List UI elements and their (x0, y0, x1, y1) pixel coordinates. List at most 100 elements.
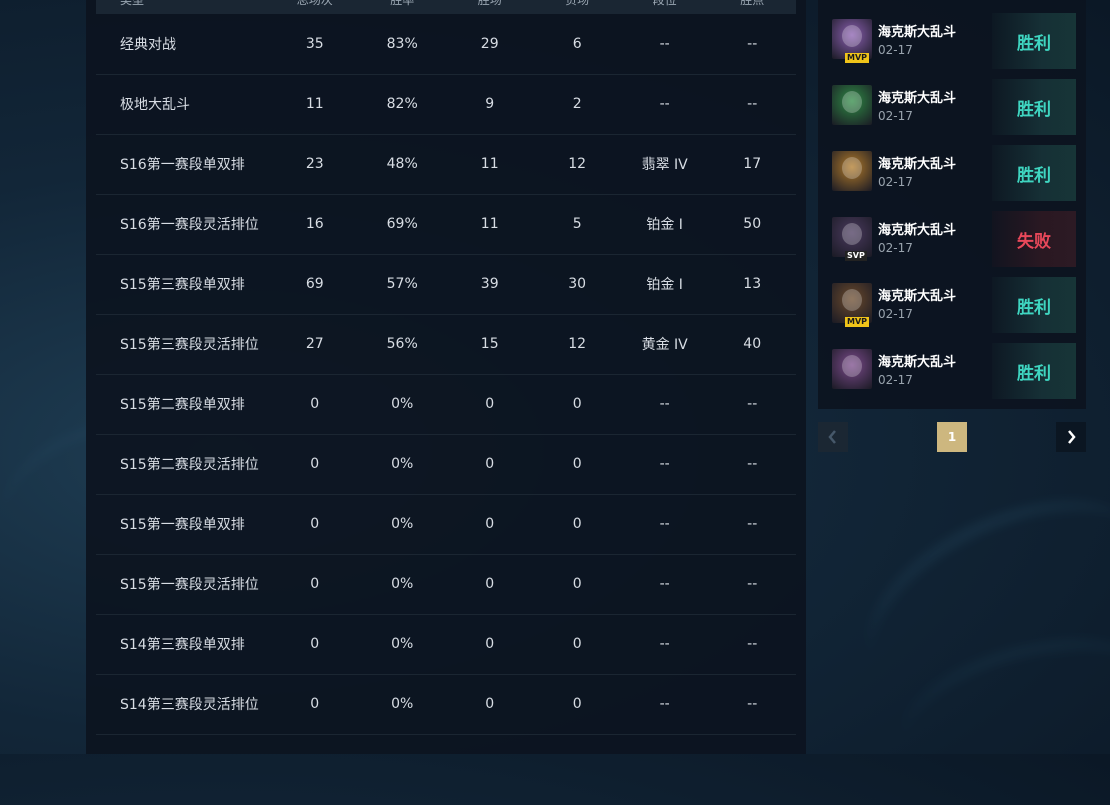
cell-rank: -- (659, 576, 670, 592)
match-result-badge: 胜利 (992, 79, 1076, 135)
match-item[interactable]: 海克斯大乱斗 02-17 胜利 (832, 343, 1076, 399)
table-row: S16第一赛段单双排 23 48% 11 12 翡翠 IV 17 (96, 134, 796, 194)
cell-win-rate: 56% (386, 336, 418, 352)
cell-win-rate: 83% (386, 35, 418, 52)
cell-win-rate: 48% (386, 156, 418, 172)
table-header-row: 类型 总场次 胜率 胜场 负场 段位 胜点 (96, 0, 796, 14)
cell-total-games: 0 (310, 636, 320, 652)
match-mode-name: 海克斯大乱斗 (878, 91, 957, 106)
cell-lp: 50 (743, 216, 762, 232)
cell-type: 经典对战 (120, 36, 176, 53)
cell-type: S15第一赛段灵活排位 (120, 577, 259, 593)
table-row: S15第二赛段单双排 0 0% 0 0 -- -- (96, 374, 796, 434)
cell-lp: -- (747, 696, 758, 712)
match-mode-name: 海克斯大乱斗 (878, 25, 957, 40)
cell-lp: -- (747, 35, 758, 52)
champion-portrait-green-creature (832, 85, 872, 125)
mvp-badge: SVP (845, 251, 867, 261)
cell-total-games: 0 (310, 396, 320, 412)
cell-rank: 黄金 IV (641, 337, 688, 353)
match-item[interactable]: 海克斯大乱斗 02-17 胜利 (832, 79, 1076, 135)
match-date: 02-17 (878, 307, 913, 321)
page-number-button[interactable]: 1 (937, 422, 967, 452)
cell-rank: -- (659, 396, 670, 412)
header-wins: 胜场 (477, 0, 502, 7)
header-lp: 胜点 (740, 0, 765, 7)
match-date: 02-17 (878, 175, 913, 189)
cell-losses: 2 (572, 96, 582, 112)
match-result-badge: 胜利 (992, 13, 1076, 69)
match-result-badge: 胜利 (992, 343, 1076, 399)
pagination: 1 (818, 422, 1086, 452)
match-mode-name: 海克斯大乱斗 (878, 289, 957, 304)
match-result-badge: 胜利 (992, 145, 1076, 201)
cell-rank: -- (659, 35, 670, 52)
cell-total-games: 0 (310, 456, 320, 472)
cell-win-rate: 69% (386, 216, 418, 232)
page-next-button[interactable] (1056, 422, 1086, 452)
cell-total-games: 0 (310, 696, 320, 712)
cell-win-rate: 0% (391, 396, 414, 412)
match-result-badge: 失败 (992, 211, 1076, 267)
match-date: 02-17 (878, 43, 913, 57)
cell-type: S14第三赛段单双排 (120, 637, 245, 653)
cell-total-games: 35 (305, 35, 324, 52)
cell-wins: 0 (485, 636, 495, 652)
cell-losses: 30 (568, 276, 587, 292)
cell-wins: 39 (480, 276, 499, 292)
match-item[interactable]: 海克斯大乱斗 02-17 胜利 (832, 145, 1076, 201)
match-item[interactable]: MVP 海克斯大乱斗 02-17 胜利 (832, 277, 1076, 333)
cell-type: S16第一赛段灵活排位 (120, 217, 259, 233)
cell-rank: -- (659, 456, 670, 472)
mvp-badge: MVP (845, 53, 870, 63)
cell-wins: 0 (485, 516, 495, 532)
cell-lp: -- (747, 456, 758, 472)
cell-wins: 11 (480, 156, 499, 172)
header-rank: 段位 (652, 0, 677, 7)
cell-total-games: 0 (310, 576, 320, 592)
cell-total-games: 69 (305, 276, 324, 292)
cell-rank: -- (659, 516, 670, 532)
match-mode-name: 海克斯大乱斗 (878, 355, 957, 370)
cell-lp: -- (747, 396, 758, 412)
cell-total-games: 23 (305, 156, 324, 172)
table-row: S15第三赛段灵活排位 27 56% 15 12 黄金 IV 40 (96, 314, 796, 374)
cell-wins: 0 (485, 576, 495, 592)
ranked-stats-panel: 类型 总场次 胜率 胜场 负场 段位 胜点 经典对战 35 83% 29 6 -- -- 极地… (86, 0, 806, 754)
cell-win-rate: 82% (386, 96, 418, 112)
cell-win-rate: 0% (391, 516, 414, 532)
cell-losses: 12 (568, 156, 587, 172)
cell-type: S16第一赛段单双排 (120, 157, 245, 173)
cell-wins: 15 (480, 336, 499, 352)
cell-total-games: 27 (305, 336, 324, 352)
match-item[interactable]: SVP 海克斯大乱斗 02-17 失败 (832, 211, 1076, 267)
cell-losses: 0 (572, 696, 582, 712)
cell-wins: 0 (485, 396, 495, 412)
cell-wins: 29 (480, 35, 499, 52)
cell-win-rate: 0% (391, 696, 414, 712)
cell-rank: 铂金 I (646, 217, 683, 233)
match-date: 02-17 (878, 109, 913, 123)
cell-losses: 0 (572, 456, 582, 472)
cell-rank: -- (659, 696, 670, 712)
cell-lp: -- (747, 516, 758, 532)
cell-losses: 0 (572, 396, 582, 412)
cell-total-games: 16 (305, 216, 324, 232)
match-item[interactable]: MVP 海克斯大乱斗 02-17 胜利 (832, 13, 1076, 69)
cell-losses: 12 (568, 336, 587, 352)
cell-total-games: 11 (305, 96, 324, 112)
cell-type: 极地大乱斗 (120, 97, 190, 113)
cell-losses: 0 (572, 516, 582, 532)
match-date: 02-17 (878, 373, 913, 387)
cell-losses: 0 (572, 636, 582, 652)
champion-portrait-golden-armor (832, 151, 872, 191)
cell-wins: 11 (480, 216, 499, 232)
table-row: S14第三赛段单双排 0 0% 0 0 -- -- (96, 614, 796, 674)
cell-losses: 6 (572, 35, 582, 52)
header-win-rate: 胜率 (390, 0, 415, 7)
champion-portrait-purple-witch (832, 349, 872, 389)
cell-win-rate: 57% (386, 276, 418, 292)
cell-type: S15第三赛段单双排 (120, 277, 245, 293)
match-date: 02-17 (878, 241, 913, 255)
page-prev-button[interactable] (818, 422, 848, 452)
